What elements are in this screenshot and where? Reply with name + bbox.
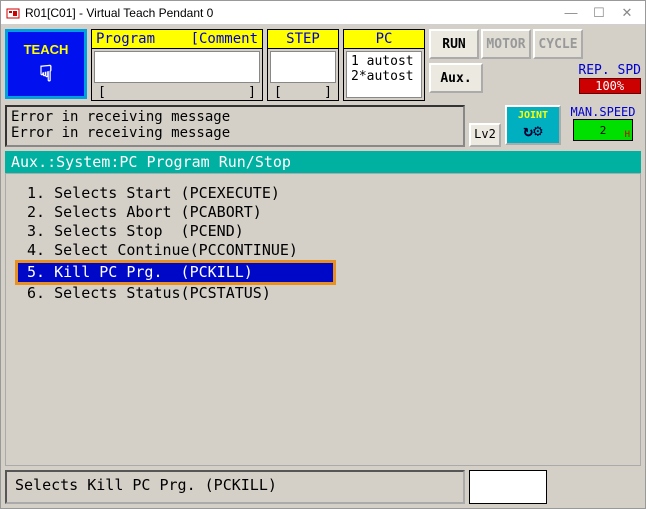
menu-item[interactable]: 2. Selects Abort (PCABORT) [18,203,628,222]
menu-item-selected[interactable]: 5. Kill PC Prg. (PCKILL) [18,263,333,282]
menu-item[interactable]: 3. Selects Stop (PCEND) [18,222,628,241]
joint-label: JOINT [518,110,548,121]
menu-title: Aux.:System:PC Program Run/Stop [5,151,641,173]
step-body[interactable] [270,51,336,83]
menu-item[interactable]: 4. Select Continue(PCCONTINUE) [18,241,628,260]
cycle-button[interactable]: CYCLE [533,29,583,59]
program-panel: Program [Comment [ ] [91,29,263,101]
robot-icon: ↻⚙ [523,121,542,140]
rep-spd-label: REP. SPD [578,63,641,78]
pc-line1: 1 autost [351,54,417,69]
man-speed-h: H [625,130,630,140]
step-footer-left: [ [274,85,282,100]
level-button[interactable]: Lv2 [469,123,501,147]
run-button[interactable]: RUN [429,29,479,59]
maximize-button[interactable]: ☐ [585,3,613,23]
program-header-right: [Comment [191,31,258,47]
menu-item[interactable]: 1. Selects Start (PCEXECUTE) [18,184,628,203]
program-footer-left: [ [98,85,106,100]
menu-list: 1. Selects Start (PCEXECUTE) 2. Selects … [5,173,641,466]
pc-header: PC [376,31,393,47]
menu-item-highlight: 5. Kill PC Prg. (PCKILL) [15,260,336,285]
joint-button[interactable]: JOINT ↻⚙ [505,105,561,145]
minimize-button[interactable]: — [557,3,585,23]
app-icon [5,5,21,21]
program-footer-right: ] [248,85,256,100]
pc-line2: 2*autost [351,69,417,84]
input-box[interactable] [469,470,547,504]
program-header-left: Program [96,31,191,47]
error-line-1: Error in receiving message [11,109,459,125]
error-line-2: Error in receiving message [11,125,459,141]
aux-button[interactable]: Aux. [429,63,483,93]
program-body[interactable] [94,51,260,83]
app-window: R01[C01] - Virtual Teach Pendant 0 — ☐ ✕… [0,0,646,509]
status-text: Selects Kill PC Prg. (PCKILL) [5,470,465,504]
step-footer-right: ] [324,85,332,100]
man-speed-value[interactable]: 2 H [573,119,633,141]
titlebar-title: R01[C01] - Virtual Teach Pendant 0 [25,6,557,20]
step-header: STEP [286,31,320,47]
hand-icon: ☟ [39,61,52,87]
teach-button[interactable]: TEACH ☟ [5,29,87,99]
motor-button[interactable]: MOTOR [481,29,531,59]
man-speed-label: MAN.SPEED [570,105,635,119]
close-button[interactable]: ✕ [613,3,641,23]
pc-body[interactable]: 1 autost 2*autost [346,51,422,98]
menu-item[interactable]: 6. Selects Status(PCSTATUS) [18,284,628,303]
error-log: Error in receiving message Error in rece… [5,105,465,147]
step-panel: STEP [ ] [267,29,339,101]
window-controls: — ☐ ✕ [557,3,641,23]
teach-label: TEACH [24,42,69,57]
rep-spd-value[interactable]: 100% [579,78,641,94]
titlebar: R01[C01] - Virtual Teach Pendant 0 — ☐ ✕ [1,1,645,25]
pc-panel: PC 1 autost 2*autost [343,29,425,101]
